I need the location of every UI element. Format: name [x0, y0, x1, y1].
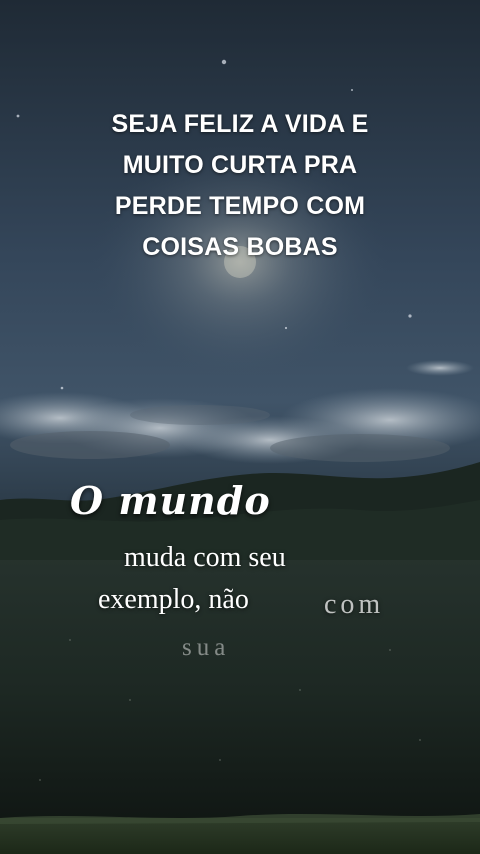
overlay-fading-word-1: com — [324, 589, 385, 620]
caption-line-3: PERDE TEMPO COM — [114, 192, 366, 220]
overlay-headline: O mundo — [70, 478, 271, 523]
video-frame: SEJA FELIZ A VIDA E MUITO CURTA PRA PERD… — [0, 0, 480, 854]
overlay-fading-word-2: sua — [182, 634, 231, 661]
caption-line-1: SEJA FELIZ A VIDA E — [111, 110, 369, 138]
top-caption: SEJA FELIZ A VIDA E MUITO CURTA PRA PERD… — [0, 104, 480, 268]
caption-line-4: COISAS BOBAS — [142, 233, 338, 261]
overlay-line-1: muda com seu — [124, 542, 286, 573]
caption-line-2: MUITO CURTA PRA — [122, 151, 358, 179]
overlay-line-2: exemplo, não — [98, 584, 249, 615]
